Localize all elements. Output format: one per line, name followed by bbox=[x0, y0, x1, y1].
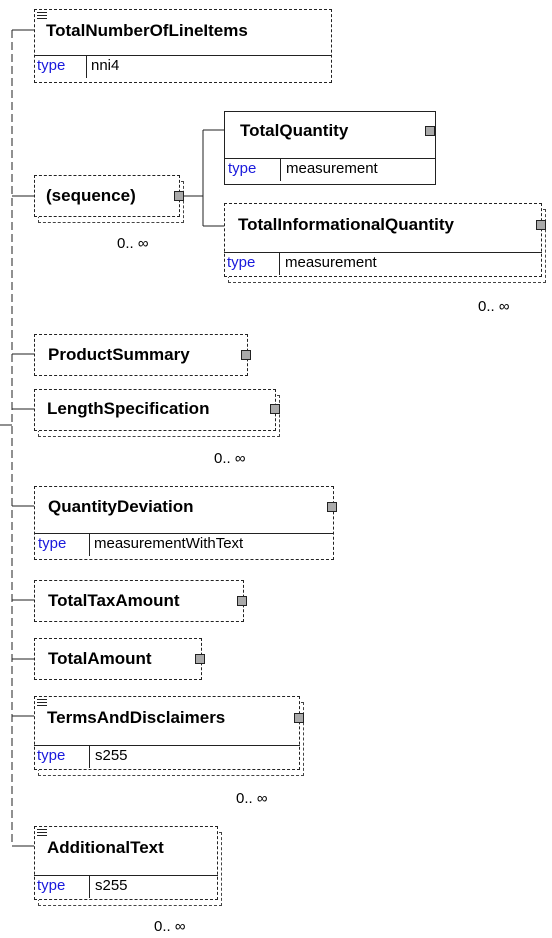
element-name: QuantityDeviation bbox=[48, 497, 194, 516]
element-name: TotalInformationalQuantity bbox=[238, 215, 454, 234]
type-label[interactable]: type bbox=[37, 57, 65, 74]
length-specification-cardinality: 0.. ∞ bbox=[214, 450, 246, 467]
type-row: type measurementWithText bbox=[35, 533, 333, 556]
expand-collapse-icon[interactable] bbox=[195, 654, 205, 664]
element-name: TotalNumberOfLineItems bbox=[46, 21, 248, 40]
expand-collapse-icon[interactable] bbox=[294, 713, 304, 723]
expand-collapse-icon[interactable] bbox=[241, 350, 251, 360]
type-row: type measurement bbox=[225, 158, 435, 181]
type-row: type s255 bbox=[34, 745, 300, 768]
expand-collapse-icon[interactable] bbox=[327, 502, 337, 512]
sequence-cardinality: 0.. ∞ bbox=[117, 235, 149, 252]
sequence-label: (sequence) bbox=[46, 186, 136, 205]
type-label[interactable]: type bbox=[37, 877, 65, 894]
element-additional-text[interactable]: AdditionalText type s255 bbox=[34, 826, 224, 908]
element-name: TermsAndDisclaimers bbox=[47, 708, 226, 727]
element-length-specification[interactable]: LengthSpecification bbox=[34, 389, 284, 439]
element-total-tax-amount[interactable]: TotalTaxAmount bbox=[34, 580, 247, 622]
annotation-icon bbox=[37, 12, 47, 21]
expand-collapse-icon[interactable] bbox=[425, 126, 435, 136]
type-label[interactable]: type bbox=[38, 535, 66, 552]
additional-text-cardinality: 0.. ∞ bbox=[154, 918, 186, 935]
type-label[interactable]: type bbox=[37, 747, 65, 764]
element-total-quantity[interactable]: TotalQuantity type measurement bbox=[224, 111, 436, 185]
type-value: s255 bbox=[95, 747, 128, 764]
annotation-icon bbox=[37, 829, 47, 838]
type-label[interactable]: type bbox=[228, 160, 256, 177]
type-row: type nni4 bbox=[34, 55, 332, 78]
element-total-number-of-line-items[interactable]: TotalNumberOfLineItems type nni4 bbox=[34, 9, 332, 83]
type-value: s255 bbox=[95, 877, 128, 894]
element-total-amount[interactable]: TotalAmount bbox=[34, 638, 205, 680]
element-name: LengthSpecification bbox=[47, 399, 210, 418]
element-name: AdditionalText bbox=[47, 838, 164, 857]
element-name: TotalAmount bbox=[48, 649, 152, 668]
expand-collapse-icon[interactable] bbox=[536, 220, 546, 230]
total-informational-quantity-cardinality: 0.. ∞ bbox=[478, 298, 510, 315]
terms-and-disclaimers-cardinality: 0.. ∞ bbox=[236, 790, 268, 807]
expand-collapse-icon[interactable] bbox=[237, 596, 247, 606]
element-product-summary[interactable]: ProductSummary bbox=[34, 334, 251, 376]
expand-collapse-icon[interactable] bbox=[270, 404, 280, 414]
type-row: type measurement bbox=[224, 252, 542, 275]
element-quantity-deviation[interactable]: QuantityDeviation type measurementWithTe… bbox=[34, 486, 337, 560]
element-terms-and-disclaimers[interactable]: TermsAndDisclaimers type s255 bbox=[34, 696, 306, 778]
type-value: measurement bbox=[285, 254, 377, 271]
type-value: nni4 bbox=[91, 57, 120, 74]
expand-collapse-icon[interactable] bbox=[174, 191, 184, 201]
sequence-compositor[interactable]: (sequence) bbox=[34, 175, 186, 227]
annotation-icon bbox=[37, 699, 47, 708]
element-total-informational-quantity[interactable]: TotalInformationalQuantity type measurem… bbox=[224, 203, 550, 287]
type-row: type s255 bbox=[34, 875, 218, 898]
type-value: measurement bbox=[286, 160, 378, 177]
element-name: TotalQuantity bbox=[240, 121, 349, 140]
type-value: measurementWithText bbox=[94, 535, 244, 552]
element-name: ProductSummary bbox=[48, 345, 190, 364]
element-name: TotalTaxAmount bbox=[48, 591, 180, 610]
type-label[interactable]: type bbox=[227, 254, 255, 271]
